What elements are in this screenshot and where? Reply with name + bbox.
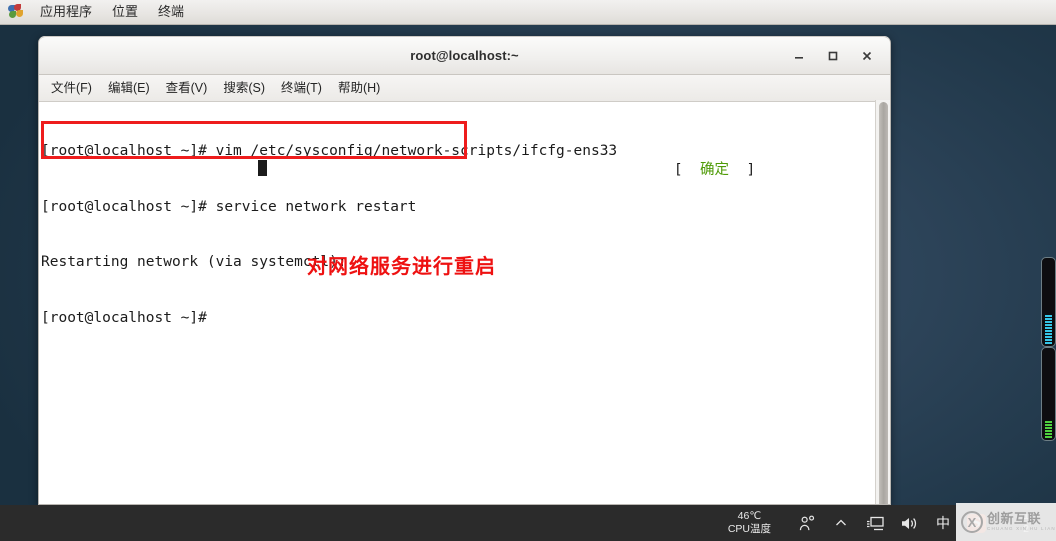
speaker-icon[interactable] (899, 513, 919, 533)
status-bracket-close: ] (729, 161, 756, 178)
gnome-applications-icon[interactable] (8, 4, 24, 20)
windows-taskbar: 46℃ CPU温度 中 (0, 505, 1056, 541)
terminal-line: [root@localhost ~]# (41, 309, 216, 326)
network-gauge-widget (1041, 257, 1056, 347)
window-controls (782, 37, 884, 74)
status-bracket-open: [ (673, 161, 701, 178)
annotation-highlight-box (41, 121, 467, 159)
terminal-menubar: 文件(F) 编辑(E) 查看(V) 搜索(S) 终端(T) 帮助(H) (39, 75, 890, 102)
terminal-output-area[interactable]: [root@localhost ~]# vim /etc/sysconfig/n… (39, 102, 890, 504)
terminal-scrollbar-thumb[interactable] (879, 102, 888, 504)
close-icon[interactable] (850, 37, 884, 74)
menu-file[interactable]: 文件(F) (43, 77, 100, 99)
menu-edit[interactable]: 编辑(E) (100, 77, 158, 99)
menu-search[interactable]: 搜索(S) (215, 77, 273, 99)
watermark-text: 创新互联 CHUANG XIN HU LIAN (987, 512, 1056, 532)
ime-chinese-icon[interactable]: 中 (933, 513, 953, 533)
terminal-line: [root@localhost ~]# service network rest… (41, 198, 417, 215)
cpu-gauge-widget (1041, 347, 1056, 441)
status-ok-text: 确定 (700, 161, 730, 178)
screen: 应用程序 位置 终端 root@localhost:~ 文件(F) 编辑(E) … (0, 0, 1056, 541)
watermark-title: 创新互联 (987, 511, 1042, 527)
menu-applications[interactable]: 应用程序 (30, 0, 102, 24)
menu-terminal[interactable]: 终端 (148, 0, 194, 24)
window-titlebar[interactable]: root@localhost:~ (39, 36, 890, 75)
circled-x-logo: X (961, 511, 983, 533)
menu-view[interactable]: 查看(V) (158, 77, 216, 99)
maximize-icon[interactable] (816, 37, 850, 74)
annotation-caption: 对网络服务进行重启 (307, 256, 496, 278)
watermark-overlay: X 创新互联 CHUANG XIN HU LIAN (956, 503, 1056, 541)
menu-terminal[interactable]: 终端(T) (273, 77, 330, 99)
network-monitor-icon[interactable] (865, 513, 885, 533)
people-icon[interactable] (797, 513, 817, 533)
service-status-result: [ 确定 ] (604, 142, 755, 198)
window-title: root@localhost:~ (410, 48, 519, 63)
cpu-temperature-label: CPU温度 (727, 523, 771, 535)
chevron-up-icon[interactable] (831, 513, 851, 533)
minimize-icon[interactable] (782, 37, 816, 74)
terminal-window: root@localhost:~ 文件(F) 编辑(E) 查看(V) 搜索(S)… (38, 36, 891, 505)
cpu-temperature-indicator[interactable]: 46℃ CPU温度 (728, 510, 771, 536)
terminal-cursor (258, 160, 267, 176)
cpu-temperature-value: 46℃ (737, 510, 762, 522)
watermark-subtitle: CHUANG XIN HU LIAN (987, 526, 1056, 532)
menu-places[interactable]: 位置 (102, 0, 148, 24)
terminal-scrollbar[interactable] (875, 100, 890, 504)
menu-help[interactable]: 帮助(H) (330, 77, 388, 99)
gnome-top-panel: 应用程序 位置 终端 (0, 0, 1056, 25)
